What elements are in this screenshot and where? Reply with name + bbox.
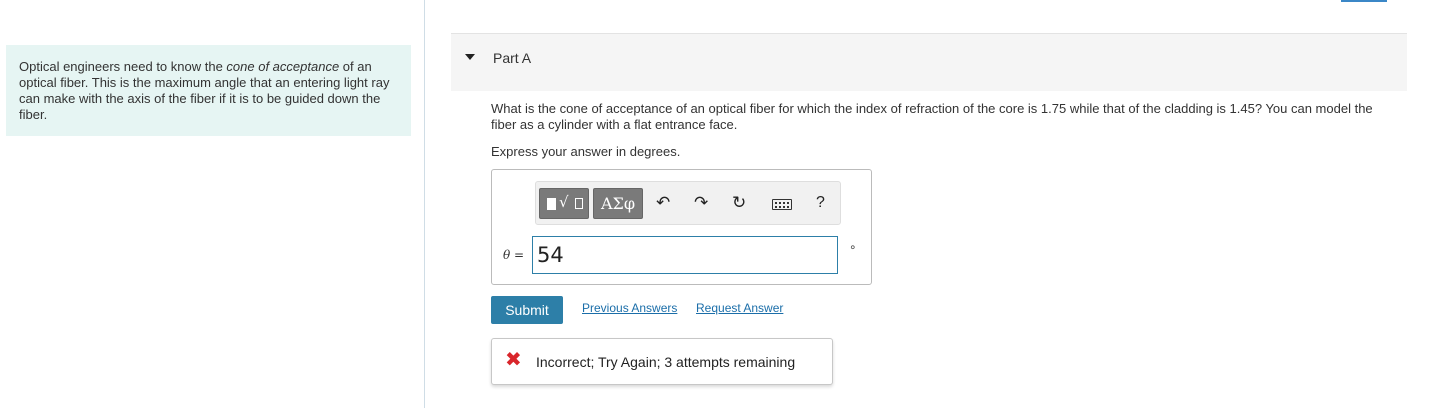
reset-icon[interactable]: ↻ (732, 194, 746, 212)
top-link-underline[interactable] (1341, 0, 1387, 2)
symbols-button[interactable]: ΑΣφ (593, 188, 643, 219)
request-answer-link[interactable]: Request Answer (696, 301, 783, 315)
help-button[interactable]: ? (816, 194, 825, 212)
caret-down-icon[interactable] (465, 54, 475, 60)
feedback-box: ✖ Incorrect; Try Again; 3 attempts remai… (491, 338, 833, 385)
submit-button[interactable]: Submit (491, 296, 563, 324)
answer-input[interactable] (532, 236, 838, 274)
problem-intro: Optical engineers need to know the cone … (6, 45, 411, 136)
incorrect-x-icon: ✖ (505, 349, 522, 371)
answer-box: √ ΑΣφ ↶ ↷ ↻ ? θ = ∘ (491, 169, 872, 285)
math-toolbar: √ ΑΣφ ↶ ↷ ↻ ? (535, 181, 841, 225)
degree-unit: ∘ (849, 240, 857, 254)
question-text: What is the cone of acceptance of an opt… (491, 101, 1373, 132)
part-header[interactable]: Part A (451, 33, 1407, 91)
previous-answers-link[interactable]: Previous Answers (582, 301, 677, 315)
undo-icon[interactable]: ↶ (656, 194, 670, 212)
redo-icon[interactable]: ↷ (694, 194, 708, 212)
variable-label: θ = (503, 248, 524, 262)
keyboard-icon[interactable] (772, 199, 792, 210)
intro-emphasis: cone of acceptance (226, 59, 340, 74)
panel-divider (424, 0, 425, 408)
templates-button[interactable]: √ (539, 188, 589, 219)
templates-icon (547, 198, 556, 210)
part-title: Part A (493, 50, 532, 66)
equals-sign: = (510, 248, 525, 262)
feedback-text: Incorrect; Try Again; 3 attempts remaini… (536, 354, 796, 370)
answer-instruction: Express your answer in degrees. (491, 144, 681, 159)
intro-text-start: Optical engineers need to know the (19, 59, 227, 74)
left-panel: Optical engineers need to know the cone … (0, 0, 424, 408)
